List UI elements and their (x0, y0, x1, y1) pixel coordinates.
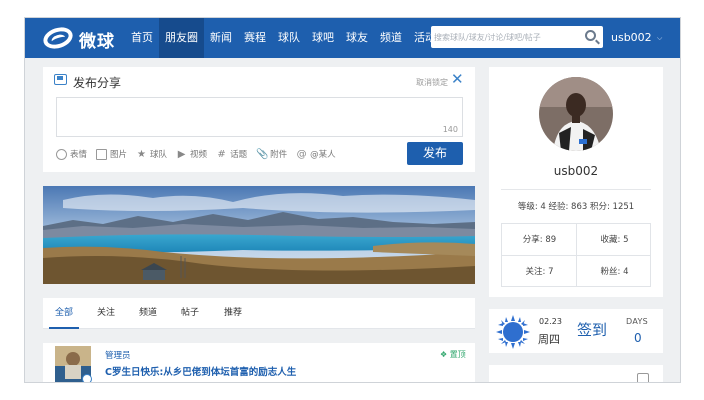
comment-icon (54, 74, 67, 85)
list-item[interactable]: 管理员 ❖ 置顶 C罗生日快乐:从乡巴佬到体坛首富的励志人生 (43, 343, 475, 382)
tool-team[interactable]: ★ 球队 (136, 148, 168, 161)
profile-card: usb002 等级: 4 经验: 863 积分: 1251 分享: 89 收藏:… (489, 67, 663, 297)
divider (502, 255, 650, 256)
tool-label: 表情 (70, 150, 88, 160)
app-frame: 微球 首页 朋友圈 新闻 赛程 球队 球吧 球友 频道 活动 usb002 ⌵ … (24, 17, 681, 383)
tool-mention[interactable]: @ @某人 (296, 148, 336, 161)
logo-text: 微球 (79, 32, 115, 52)
checkin-weekday: 周四 (538, 333, 560, 346)
star-icon: ★ (137, 148, 147, 160)
nav-item-teams[interactable]: 球队 (272, 18, 306, 58)
pinned-label: ❖ 置顶 (440, 350, 466, 359)
share-textarea[interactable]: 140 (56, 97, 463, 137)
main-nav: 首页 朋友圈 新闻 赛程 球队 球吧 球友 频道 活动 (125, 18, 442, 58)
top-navbar: 微球 首页 朋友圈 新闻 赛程 球队 球吧 球友 频道 活动 usb002 ⌵ (25, 18, 680, 58)
days-label: DAYS (626, 317, 649, 326)
nav-item-home[interactable]: 首页 (125, 18, 159, 58)
checkin-date: 02.23 (539, 317, 562, 326)
tool-label: @某人 (310, 150, 336, 160)
chevron-down-icon[interactable]: ⌵ (657, 34, 662, 43)
unlock-link[interactable]: 取消锁定 (416, 77, 448, 88)
image-icon (96, 148, 108, 160)
at-icon: @ (296, 148, 307, 160)
tab-all[interactable]: 全部 (49, 298, 79, 329)
tab-posts[interactable]: 帖子 (175, 298, 205, 329)
sidebar-card (489, 365, 663, 382)
tool-label: 球队 (150, 150, 168, 160)
checkin-card: 02.23 周四 签到 DAYS 0 (489, 309, 663, 353)
tool-label: 话题 (230, 150, 248, 160)
feed-tabs: 全部 关注 频道 帖子 推荐 (43, 298, 475, 329)
profile-stats: 分享: 89 收藏: 5 关注: 7 粉丝: 4 (501, 223, 651, 287)
publish-button[interactable]: 发布 (407, 142, 463, 165)
nav-item-channels[interactable]: 频道 (374, 18, 408, 58)
sun-icon (496, 315, 530, 349)
emoji-icon (56, 148, 67, 160)
nav-item-news[interactable]: 新闻 (204, 18, 238, 58)
tool-label: 视频 (190, 150, 208, 160)
profile-level: 等级: 4 经验: 863 积分: 1251 (517, 202, 635, 212)
nav-item-friends[interactable]: 朋友圈 (159, 18, 204, 58)
composer-toolbar: 表情 图片 ★ 球队 ▶ 视频 # 话题 📎 附件 @ @某人 (56, 147, 345, 161)
tab-recommended[interactable]: 推荐 (218, 298, 248, 329)
nav-item-forum[interactable]: 球吧 (306, 18, 340, 58)
divider (501, 189, 651, 190)
stat-followers[interactable]: 粉丝: 4 (577, 256, 652, 288)
tab-channels[interactable]: 频道 (133, 298, 163, 329)
search-box (431, 26, 603, 48)
tool-image[interactable]: 图片 (96, 148, 127, 160)
stat-favorites[interactable]: 收藏: 5 (577, 224, 652, 256)
verified-icon (82, 374, 92, 382)
tool-topic[interactable]: # 话题 (216, 148, 248, 161)
profile-photo (539, 77, 613, 151)
hashtag-icon: # (217, 148, 226, 160)
banner-image (43, 186, 475, 284)
post-author[interactable]: 管理员 (105, 349, 131, 361)
char-counter: 140 (442, 125, 458, 134)
checkin-button[interactable]: 签到 (577, 319, 607, 340)
search-input[interactable] (434, 29, 574, 45)
post-title[interactable]: C罗生日快乐:从乡巴佬到体坛首富的励志人生 (105, 364, 296, 378)
pin-text: 置顶 (449, 350, 466, 359)
user-menu-name[interactable]: usb002 (611, 18, 652, 58)
days-count: 0 (634, 331, 642, 345)
search-icon[interactable] (585, 30, 596, 41)
tool-emoji[interactable]: 表情 (56, 148, 87, 160)
profile-username[interactable]: usb002 (489, 164, 663, 178)
tool-video[interactable]: ▶ 视频 (176, 148, 208, 161)
paperclip-icon: 📎 (256, 148, 269, 160)
avatar[interactable] (539, 77, 613, 151)
logo-mark-icon (40, 23, 76, 53)
nav-item-fans[interactable]: 球友 (340, 18, 374, 58)
site-logo[interactable]: 微球 (40, 23, 123, 53)
stat-following[interactable]: 关注: 7 (502, 256, 577, 288)
tab-following[interactable]: 关注 (91, 298, 121, 329)
tool-label: 图片 (110, 150, 128, 160)
tool-label: 附件 (270, 150, 288, 160)
nav-item-schedule[interactable]: 赛程 (238, 18, 272, 58)
video-icon: ▶ (177, 148, 186, 160)
share-composer: 发布分享 取消锁定 ✕ 140 表情 图片 ★ 球队 ▶ 视频 # 话题 📎 附… (43, 67, 475, 172)
composer-title: 发布分享 (73, 76, 122, 90)
landscape-banner (43, 186, 475, 284)
square-icon[interactable] (637, 373, 649, 382)
stat-shares[interactable]: 分享: 89 (502, 224, 577, 256)
close-icon[interactable]: ✕ (451, 72, 464, 87)
tool-attachment[interactable]: 📎 附件 (256, 148, 288, 161)
